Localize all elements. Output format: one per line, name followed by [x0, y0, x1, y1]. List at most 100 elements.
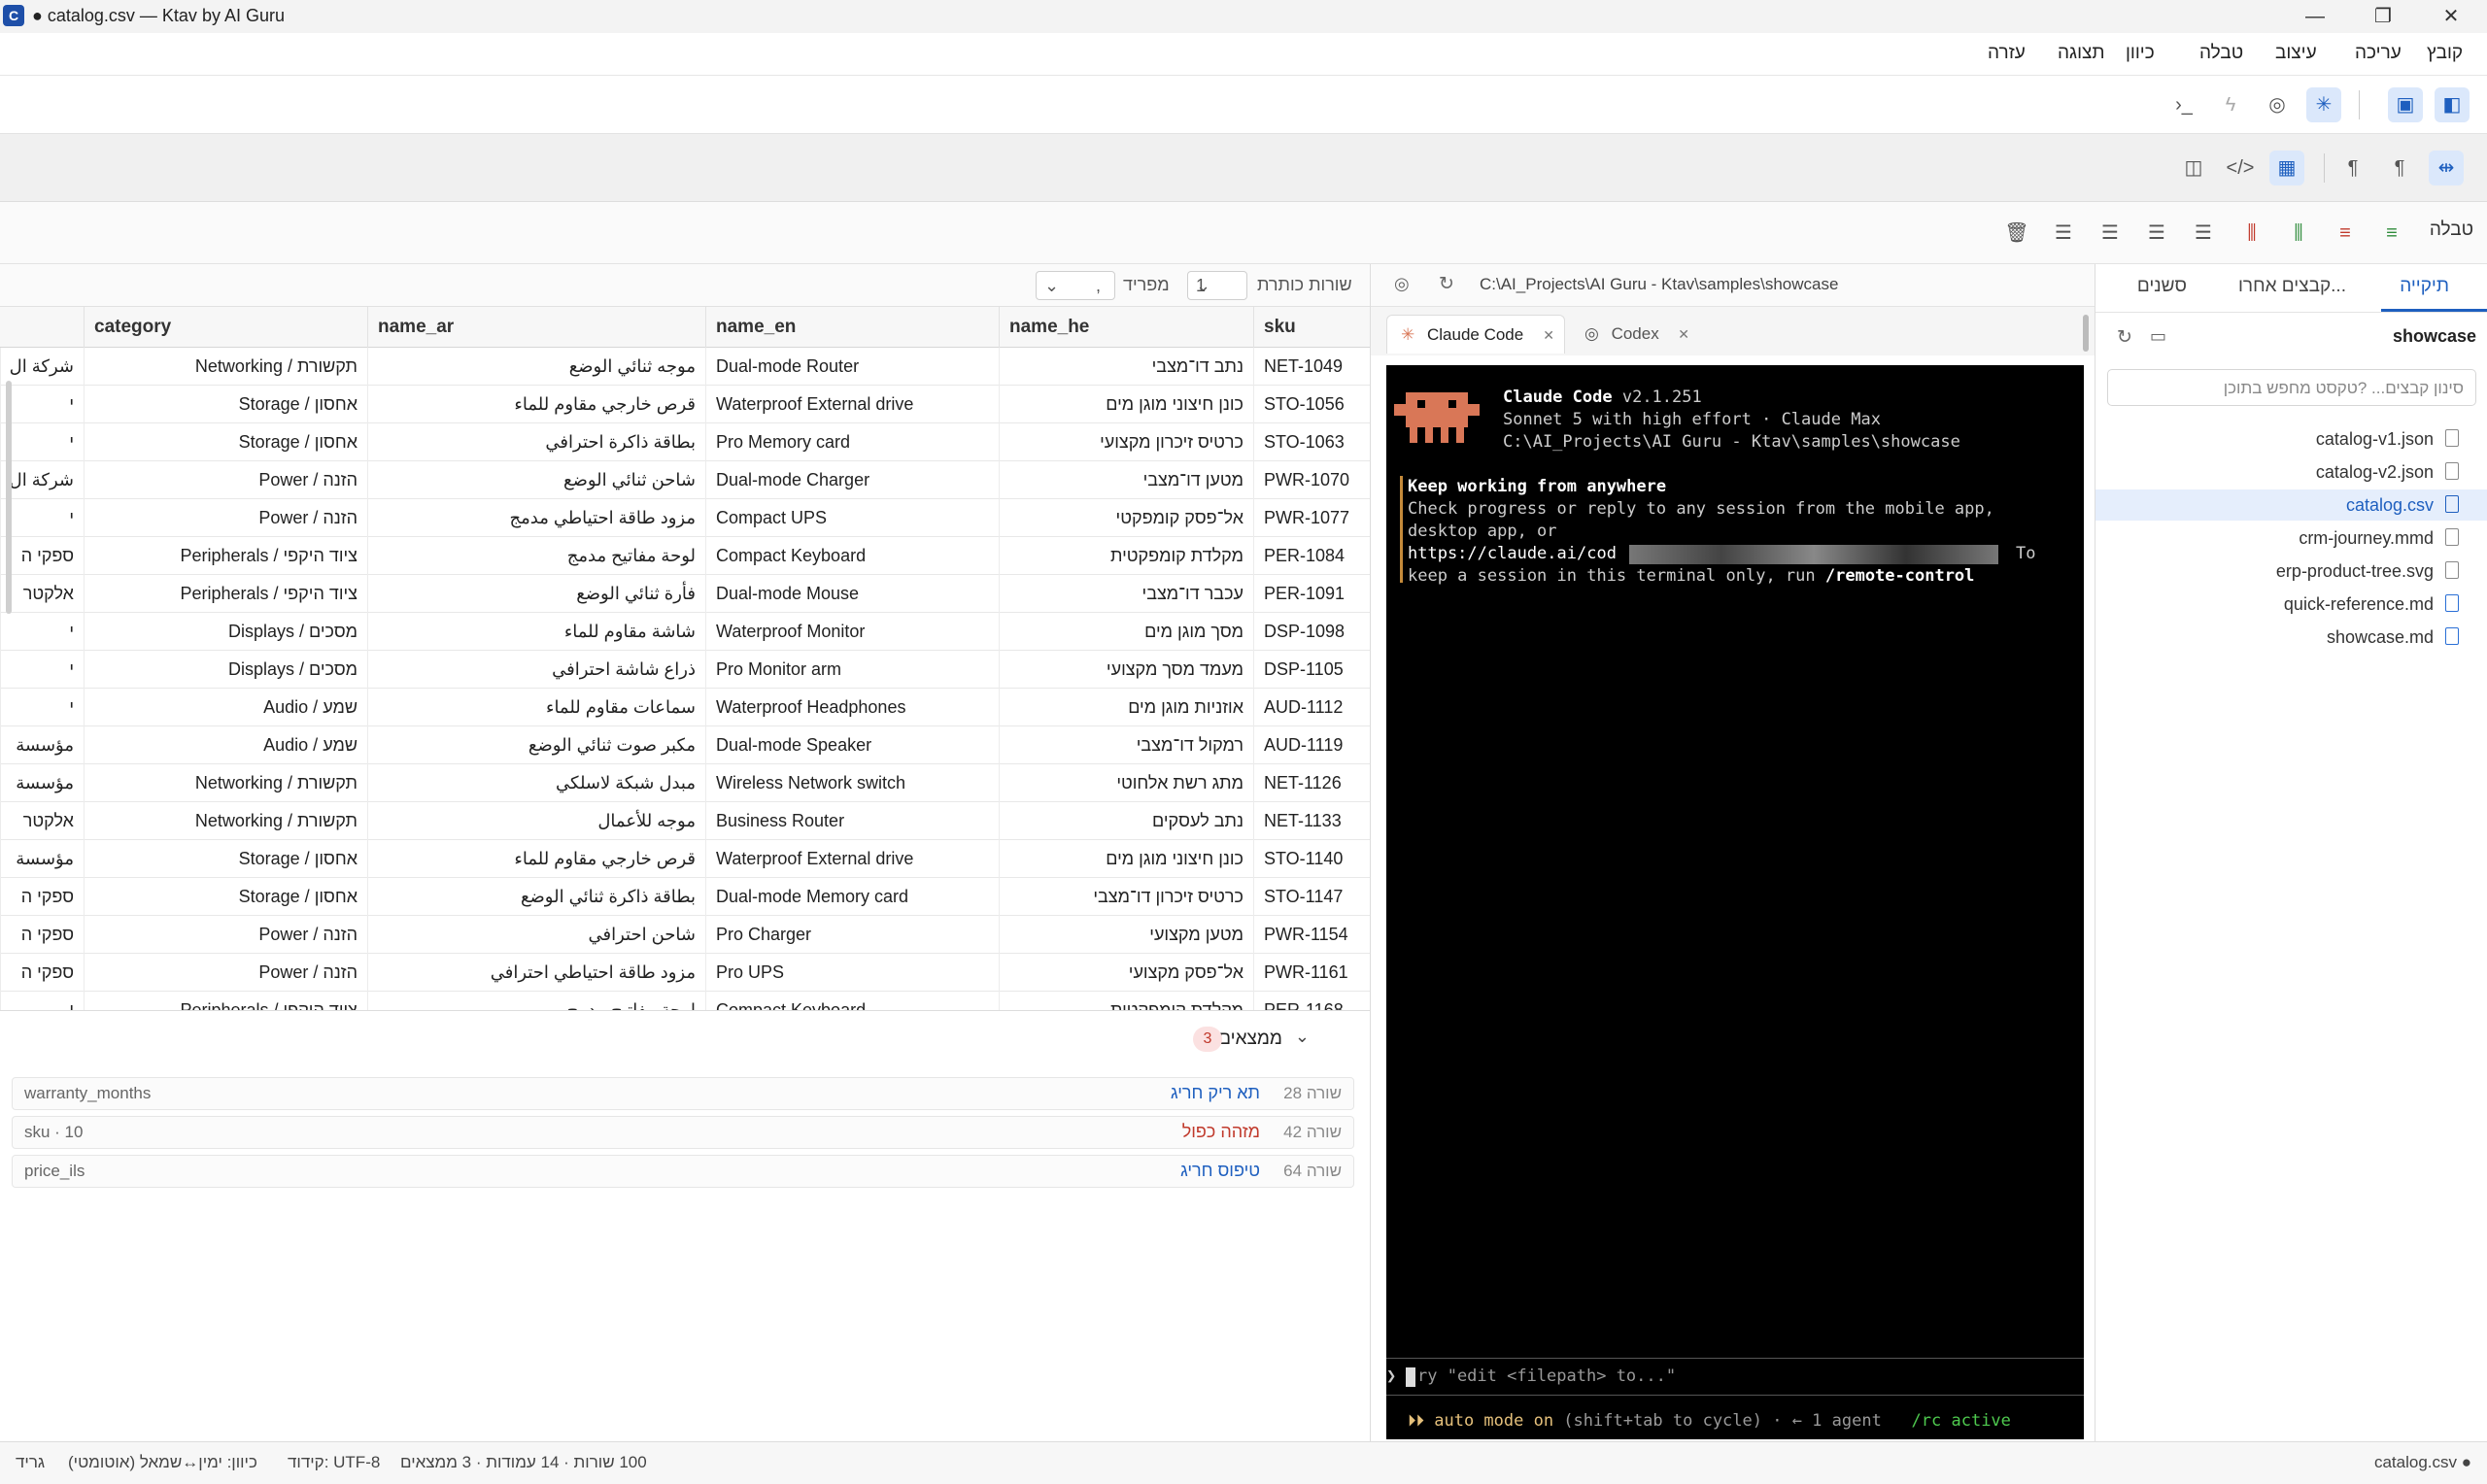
cell-overflow[interactable]: י	[0, 423, 84, 461]
vertical-scrollbar[interactable]	[6, 381, 12, 614]
cell-overflow[interactable]: ספקי ה	[0, 954, 84, 992]
table-row[interactable]: DSP-1105 מעמד מסך מקצועי Pro Monitor arm ذر…	[0, 651, 1370, 689]
cell-name-en[interactable]: Waterproof Headphones	[705, 689, 999, 726]
maximize-button[interactable]: ❐	[2355, 2, 2411, 31]
cell-category[interactable]: Storage / אחסון	[84, 840, 367, 878]
close-tab-icon[interactable]: ✕	[1543, 316, 1554, 354]
cell-category[interactable]: Power / הזנה	[84, 916, 367, 954]
cell-category[interactable]: Peripherals / ציוד היקפי	[84, 537, 367, 575]
codex-icon[interactable]: ◎	[1394, 274, 1410, 294]
cell-name-en[interactable]: Compact Keyboard	[705, 537, 999, 575]
cell-overflow[interactable]: ספקי ה	[0, 537, 84, 575]
cell-name-ar[interactable]: مبدل شبكة لاسلكي	[367, 764, 705, 802]
cell-name-en[interactable]: Dual-mode Memory card	[705, 878, 999, 916]
ltr-paragraph-icon[interactable]: ¶	[2335, 151, 2370, 186]
cell-name-he[interactable]: נתב לעסקים	[999, 802, 1253, 840]
cell-name-ar[interactable]: مزود طاقة احتياطي احترافي	[367, 954, 705, 992]
cell-overflow[interactable]: אלקטר	[0, 575, 84, 613]
auto-direction-icon[interactable]: ⇹	[2429, 151, 2464, 186]
close-window-button[interactable]: ✕	[2423, 2, 2479, 31]
cell-sku[interactable]: STO-1056	[1253, 386, 1370, 423]
cell-name-he[interactable]: מקלדת קומפקטית	[999, 537, 1253, 575]
cell-sku[interactable]: PWR-1077	[1253, 499, 1370, 537]
cell-name-ar[interactable]: موجه ثنائي الوضع	[367, 348, 705, 386]
tab-sessions[interactable]: סשנים	[2137, 276, 2187, 297]
cell-sku[interactable]: PER-1084	[1253, 537, 1370, 575]
cell-sku[interactable]: NET-1126	[1253, 764, 1370, 802]
cell-name-he[interactable]: אוזניות מוגן מים	[999, 689, 1253, 726]
menu-edit[interactable]: עריכה	[2355, 43, 2402, 64]
align-justify-icon[interactable]: ☰	[2046, 216, 2081, 251]
column-header-name-en[interactable]: name_en	[705, 307, 999, 348]
cell-name-ar[interactable]: مزود طاقة احتياطي مدمج	[367, 499, 705, 537]
cell-category[interactable]: Storage / אחסון	[84, 878, 367, 916]
issue-type[interactable]: תא ריק חריג	[1171, 1083, 1260, 1103]
cell-name-en[interactable]: Waterproof External drive	[705, 386, 999, 423]
add-column-icon[interactable]: ⫼	[2281, 216, 2316, 251]
cell-sku[interactable]: AUD-1119	[1253, 726, 1370, 764]
cell-name-he[interactable]: מטען מקצועי	[999, 916, 1253, 954]
cell-sku[interactable]: DSP-1105	[1253, 651, 1370, 689]
rtl-paragraph-icon[interactable]: ¶	[2382, 151, 2417, 186]
cell-name-he[interactable]: מתג רשת אלחוטי	[999, 764, 1253, 802]
cell-sku[interactable]: NET-1049	[1253, 348, 1370, 386]
cell-name-ar[interactable]: شاحن ثنائي الوضع	[367, 461, 705, 499]
table-row[interactable]: AUD-1119 רמקול דו־מצבי Dual-mode Speaker مك…	[0, 726, 1370, 764]
cell-overflow[interactable]: شركة ال	[0, 348, 84, 386]
table-row[interactable]: STO-1140 כונן חיצוני מוגן מים Waterproof E…	[0, 840, 1370, 878]
cell-name-en[interactable]: Pro Memory card	[705, 423, 999, 461]
table-row[interactable]: STO-1056 כונן חיצוני מוגן מים Waterproof E…	[0, 386, 1370, 423]
tab-recent-files[interactable]: קבצים אחרו...	[2238, 276, 2346, 297]
header-rows-select[interactable]: 1 ⌄	[1187, 271, 1247, 300]
terminal-output[interactable]: Claude Code v2.1.251 Sonnet 5 with high …	[1386, 365, 2084, 1439]
table-row[interactable]: STO-1147 כרטיס זיכרון דו־מצבי Dual-mode Me…	[0, 878, 1370, 916]
cell-name-en[interactable]: Waterproof External drive	[705, 840, 999, 878]
cell-name-he[interactable]: כונן חיצוני מוגן מים	[999, 840, 1253, 878]
delete-row-icon[interactable]: ≡	[2328, 216, 2363, 251]
file-filter-input[interactable]: סינון קבצים... ?טקסט מחפש בתוכן	[2107, 369, 2476, 406]
cell-category[interactable]: Networking / תקשורת	[84, 764, 367, 802]
issue-type[interactable]: מזהה כפול	[1182, 1122, 1260, 1142]
cell-overflow[interactable]: י	[0, 689, 84, 726]
chevron-down-icon[interactable]: ⌄	[1295, 1027, 1310, 1047]
cell-name-he[interactable]: מסך מוגן מים	[999, 613, 1253, 651]
cell-overflow[interactable]: י	[0, 651, 84, 689]
code-view-icon[interactable]: </>	[2223, 151, 2258, 186]
cell-name-ar[interactable]: شاحن احترافي	[367, 916, 705, 954]
table-row[interactable]: STO-1063 כרטיס זיכרון מקצועי Pro Memory ca…	[0, 423, 1370, 461]
cell-name-he[interactable]: עכבר דו־מצבי	[999, 575, 1253, 613]
terminal-prompt-icon[interactable]: ›_	[2166, 87, 2201, 122]
add-row-icon[interactable]: ≡	[2374, 216, 2409, 251]
cell-overflow[interactable]: مؤسسة	[0, 764, 84, 802]
lightning-icon[interactable]: ϟ	[2213, 87, 2248, 122]
column-header-name-he[interactable]: name_he	[999, 307, 1253, 348]
cell-name-ar[interactable]: قرص خارجي مقاوم للماء	[367, 840, 705, 878]
cell-name-he[interactable]: כרטיס זיכרון דו־מצבי	[999, 878, 1253, 916]
table-row[interactable]: AUD-1112 אוזניות מוגן מים Waterproof Headp…	[0, 689, 1370, 726]
table-row[interactable]: PER-1084 מקלדת קומפקטית Compact Keyboard لو…	[0, 537, 1370, 575]
cell-name-ar[interactable]: ذراع شاشة احترافي	[367, 651, 705, 689]
table-row[interactable]: NET-1133 נתב לעסקים Business Router موجه لل…	[0, 802, 1370, 840]
cell-name-he[interactable]: רמקול דו־מצבי	[999, 726, 1253, 764]
cell-name-en[interactable]: Compact UPS	[705, 499, 999, 537]
toggle-sidebar-icon[interactable]: ◧	[2435, 87, 2470, 122]
cell-name-en[interactable]: Pro Charger	[705, 916, 999, 954]
column-header-category[interactable]: category	[84, 307, 367, 348]
cell-name-he[interactable]: אל־פסק קומפקטי	[999, 499, 1253, 537]
folder-icon[interactable]: ▭	[2150, 326, 2166, 347]
cell-category[interactable]: Audio / שמע	[84, 689, 367, 726]
file-item[interactable]: quick-reference.md	[2095, 589, 2487, 620]
menu-help[interactable]: עזרה	[1988, 43, 2026, 64]
delete-column-icon[interactable]: ⫼	[2234, 216, 2269, 251]
issue-row[interactable]: warranty_months שורה 28 תא ריק חריג	[12, 1077, 1354, 1110]
cell-category[interactable]: Power / הזנה	[84, 954, 367, 992]
file-item[interactable]: erp-product-tree.svg	[2095, 556, 2487, 587]
trash-icon[interactable]: 🗑	[1999, 216, 2034, 251]
cell-name-en[interactable]: Dual-mode Charger	[705, 461, 999, 499]
menu-file[interactable]: קובץ	[2427, 43, 2463, 64]
file-item[interactable]: catalog-v2.json	[2095, 456, 2487, 488]
file-item[interactable]: catalog-v1.json	[2095, 423, 2487, 455]
claude-asterisk-icon[interactable]: ✳	[2306, 87, 2341, 122]
issue-row[interactable]: sku · 10 שורה 42 מזהה כפול	[12, 1116, 1354, 1149]
cell-name-en[interactable]: Pro UPS	[705, 954, 999, 992]
